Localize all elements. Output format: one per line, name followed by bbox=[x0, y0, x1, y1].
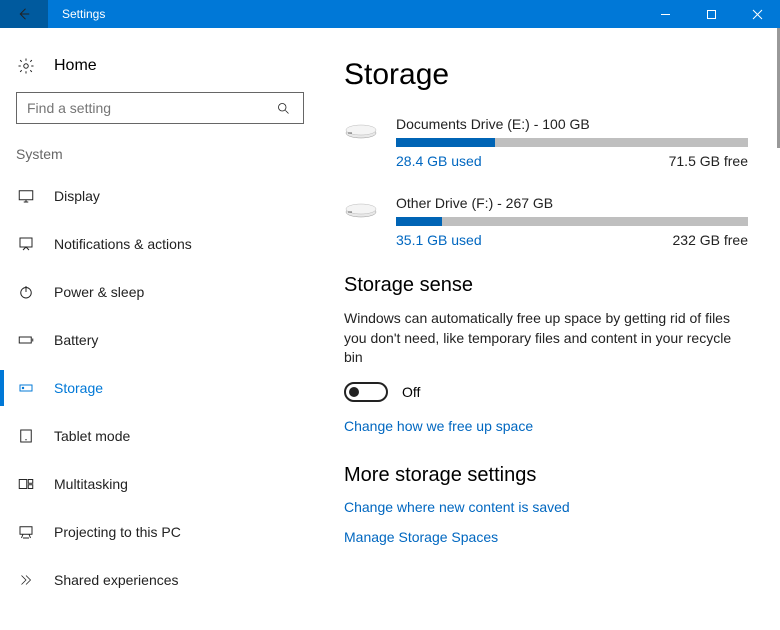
window-controls bbox=[642, 0, 780, 28]
sidebar-item-label: Multitasking bbox=[54, 476, 128, 492]
search-input[interactable] bbox=[27, 100, 273, 116]
minimize-button[interactable] bbox=[642, 0, 688, 28]
power-icon bbox=[16, 282, 36, 302]
free-label: 232 GB free bbox=[673, 232, 749, 248]
sidebar-item-display[interactable]: Display bbox=[16, 172, 304, 220]
notifications-icon bbox=[16, 234, 36, 254]
drive-icon bbox=[344, 199, 380, 223]
window-title: Settings bbox=[48, 0, 642, 28]
storage-sense-desc: Windows can automatically free up space … bbox=[344, 309, 744, 368]
projecting-icon bbox=[16, 522, 36, 542]
drive-icon bbox=[344, 120, 380, 144]
search-icon bbox=[273, 98, 293, 118]
sidebar-item-label: Tablet mode bbox=[54, 428, 130, 444]
sidebar-item-battery[interactable]: Battery bbox=[16, 316, 304, 364]
sidebar-item-storage[interactable]: Storage bbox=[16, 364, 304, 412]
sidebar-item-power[interactable]: Power & sleep bbox=[16, 268, 304, 316]
change-free-space-link[interactable]: Change how we free up space bbox=[344, 418, 748, 434]
sidebar-item-multitasking[interactable]: Multitasking bbox=[16, 460, 304, 508]
home-button[interactable]: Home bbox=[16, 48, 304, 92]
storage-icon bbox=[16, 378, 36, 398]
sidebar-item-label: Projecting to this PC bbox=[54, 524, 181, 540]
sidebar-item-notifications[interactable]: Notifications & actions bbox=[16, 220, 304, 268]
section-label: System bbox=[16, 146, 304, 162]
sidebar-item-shared[interactable]: Shared experiences bbox=[16, 556, 304, 604]
drive-row[interactable]: Documents Drive (E:) - 100 GB 28.4 GB us… bbox=[344, 116, 748, 169]
sidebar-item-label: Power & sleep bbox=[54, 284, 144, 300]
shared-icon bbox=[16, 570, 36, 590]
more-settings-heading: More storage settings bbox=[344, 464, 748, 487]
main-panel: Storage Documents Drive (E:) - 100 GB 28… bbox=[320, 28, 780, 630]
battery-icon bbox=[16, 330, 36, 350]
titlebar: Settings bbox=[0, 0, 780, 28]
home-label: Home bbox=[54, 57, 97, 75]
maximize-button[interactable] bbox=[688, 0, 734, 28]
display-icon bbox=[16, 186, 36, 206]
storage-sense-toggle[interactable] bbox=[344, 382, 388, 402]
sidebar: Home System Display Notifications & acti… bbox=[0, 28, 320, 630]
back-button[interactable] bbox=[0, 0, 48, 28]
arrow-left-icon bbox=[14, 4, 34, 24]
sidebar-item-label: Notifications & actions bbox=[54, 236, 192, 252]
gear-icon bbox=[16, 56, 36, 76]
search-box[interactable] bbox=[16, 92, 304, 124]
used-label: 28.4 GB used bbox=[396, 153, 482, 169]
sidebar-item-tablet[interactable]: Tablet mode bbox=[16, 412, 304, 460]
tablet-icon bbox=[16, 426, 36, 446]
drive-title: Other Drive (F:) - 267 GB bbox=[396, 195, 748, 211]
toggle-state-label: Off bbox=[402, 384, 420, 400]
sidebar-item-label: Storage bbox=[54, 380, 103, 396]
sidebar-item-label: Battery bbox=[54, 332, 98, 348]
storage-sense-heading: Storage sense bbox=[344, 274, 748, 297]
page-title: Storage bbox=[344, 58, 748, 92]
change-save-location-link[interactable]: Change where new content is saved bbox=[344, 499, 748, 515]
drive-row[interactable]: Other Drive (F:) - 267 GB 35.1 GB used 2… bbox=[344, 195, 748, 248]
sidebar-item-label: Shared experiences bbox=[54, 572, 179, 588]
sidebar-item-projecting[interactable]: Projecting to this PC bbox=[16, 508, 304, 556]
free-label: 71.5 GB free bbox=[669, 153, 748, 169]
drive-title: Documents Drive (E:) - 100 GB bbox=[396, 116, 748, 132]
used-label: 35.1 GB used bbox=[396, 232, 482, 248]
sidebar-item-label: Display bbox=[54, 188, 100, 204]
storage-bar bbox=[396, 217, 748, 226]
multitasking-icon bbox=[16, 474, 36, 494]
close-button[interactable] bbox=[734, 0, 780, 28]
manage-storage-spaces-link[interactable]: Manage Storage Spaces bbox=[344, 529, 748, 545]
storage-bar bbox=[396, 138, 748, 147]
